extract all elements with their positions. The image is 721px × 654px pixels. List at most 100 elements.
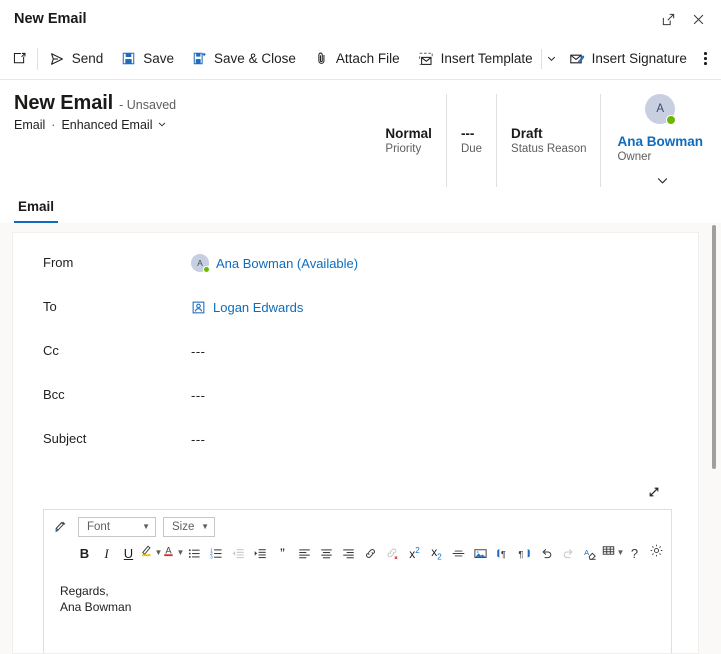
- due-value: ---: [460, 125, 475, 141]
- cc-field-value[interactable]: ---: [191, 341, 672, 361]
- clear-format-button[interactable]: A: [580, 542, 601, 564]
- email-body-input[interactable]: Regards, Ana Bowman: [44, 569, 671, 653]
- font-color-button[interactable]: A ▼: [162, 542, 184, 564]
- vertical-scrollbar[interactable]: [710, 223, 717, 654]
- to-field-label: To: [43, 299, 57, 314]
- chevron-down-icon: ▼: [201, 522, 209, 531]
- owner-chevron-down-icon[interactable]: [656, 174, 669, 187]
- save-and-close-button[interactable]: Save & Close: [183, 43, 305, 75]
- cc-empty-value: ---: [191, 343, 206, 359]
- remove-link-button[interactable]: [382, 542, 403, 564]
- subscript-button[interactable]: x2: [426, 542, 447, 564]
- insert-template-button[interactable]: Insert Template: [409, 43, 539, 75]
- overflow-dots: [704, 52, 707, 65]
- editor-expand-row: [43, 473, 672, 507]
- form-tab-bar: Email: [0, 187, 721, 223]
- subject-empty-value: ---: [191, 431, 206, 447]
- quote-icon: ”: [280, 545, 285, 561]
- bcc-field-value[interactable]: ---: [191, 385, 672, 405]
- presence-available-icon: [203, 266, 210, 273]
- bcc-field: Bcc ---: [43, 385, 672, 429]
- underline-button[interactable]: U: [118, 542, 139, 564]
- new-record-button[interactable]: [4, 43, 35, 75]
- record-subtitle: Email · Enhanced Email: [14, 118, 371, 132]
- subject-field-value[interactable]: ---: [191, 429, 672, 449]
- help-button[interactable]: ?: [624, 542, 645, 564]
- record-title-block: New Email - Unsaved Email · Enhanced Ema…: [14, 92, 371, 132]
- to-recipient-link[interactable]: Logan Edwards: [213, 300, 303, 315]
- insert-signature-label: Insert Signature: [591, 51, 687, 66]
- contact-card-icon: [191, 300, 206, 315]
- avatar: A: [645, 94, 677, 125]
- highlight-color-button[interactable]: ▼: [139, 542, 162, 564]
- increase-indent-button[interactable]: [250, 542, 271, 564]
- from-field-value[interactable]: A Ana Bowman (Available): [191, 253, 672, 273]
- align-right-button[interactable]: [338, 542, 359, 564]
- format-painter-icon[interactable]: [50, 516, 71, 538]
- align-left-button[interactable]: [294, 542, 315, 564]
- from-recipient-link[interactable]: Ana Bowman (Available): [216, 256, 358, 271]
- priority-label: Priority: [385, 142, 422, 155]
- popout-icon[interactable]: [653, 5, 683, 33]
- paperclip-icon: [314, 51, 329, 66]
- insert-table-button[interactable]: ▼: [602, 542, 624, 564]
- scrollbar-thumb[interactable]: [712, 225, 716, 469]
- superscript-button[interactable]: x2: [404, 542, 425, 564]
- insert-signature-button[interactable]: Insert Signature: [560, 43, 696, 75]
- owner-info: Ana Bowman Owner: [617, 133, 703, 165]
- save-button[interactable]: Save: [112, 43, 183, 75]
- email-form-card: From A Ana Bowman (Available) To Logan E…: [12, 232, 699, 654]
- bulleted-list-button[interactable]: [184, 542, 205, 564]
- align-center-button[interactable]: [316, 542, 337, 564]
- save-icon: [121, 51, 136, 66]
- font-family-value: Font: [87, 521, 111, 533]
- presence-available-icon: [666, 115, 677, 125]
- font-size-select[interactable]: Size ▼: [163, 517, 215, 537]
- rich-text-editor: Font ▼ Size ▼ B I U ▼ A ▼ 1 2 3 ” x2 x2 …: [43, 509, 672, 653]
- editor-toolbar-row-1: Font ▼ Size ▼: [50, 514, 665, 540]
- template-separator: [540, 48, 542, 69]
- close-icon[interactable]: [683, 5, 713, 33]
- svg-text:A: A: [584, 548, 589, 557]
- undo-button[interactable]: [536, 542, 557, 564]
- strikethrough-button[interactable]: [448, 542, 469, 564]
- insert-template-caret[interactable]: [543, 44, 559, 74]
- to-field-value[interactable]: Logan Edwards: [191, 297, 672, 317]
- from-field: From A Ana Bowman (Available): [43, 253, 672, 297]
- editor-settings-button[interactable]: [646, 542, 667, 564]
- status-reason-value: Draft: [511, 125, 543, 141]
- font-size-value: Size: [172, 521, 195, 533]
- redo-button[interactable]: [558, 542, 579, 564]
- ltr-button[interactable]: ¶: [492, 542, 513, 564]
- insert-image-button[interactable]: [470, 542, 491, 564]
- insert-link-button[interactable]: [360, 542, 381, 564]
- rtl-button[interactable]: ¶: [514, 542, 535, 564]
- due-status[interactable]: --- Due: [447, 94, 498, 187]
- more-commands-icon[interactable]: [696, 44, 715, 74]
- italic-button[interactable]: I: [96, 542, 117, 564]
- from-avatar: A: [191, 254, 210, 273]
- bcc-field-label: Bcc: [43, 387, 65, 402]
- bold-button[interactable]: B: [74, 542, 95, 564]
- owner-role-label: Owner: [617, 151, 652, 163]
- send-icon: [49, 51, 65, 67]
- decrease-indent-button[interactable]: [228, 542, 249, 564]
- tab-email[interactable]: Email: [14, 199, 59, 223]
- font-family-select[interactable]: Font ▼: [78, 517, 156, 537]
- cc-field: Cc ---: [43, 341, 672, 385]
- attach-file-button[interactable]: Attach File: [305, 43, 409, 75]
- blockquote-button[interactable]: ”: [272, 542, 293, 564]
- insert-template-icon: [418, 51, 434, 67]
- highlighter-icon: [139, 543, 154, 563]
- status-reason-status[interactable]: Draft Status Reason: [497, 94, 602, 187]
- body-line-2: Ana Bowman: [60, 600, 132, 614]
- save-close-icon: [192, 51, 207, 66]
- avatar-initial: A: [656, 103, 665, 115]
- expand-diagonal-icon[interactable]: [642, 481, 666, 503]
- priority-status[interactable]: Normal Priority: [371, 94, 447, 187]
- form-selector[interactable]: Enhanced Email: [61, 118, 167, 132]
- numbered-list-button[interactable]: 1 2 3: [206, 542, 227, 564]
- owner-name[interactable]: Ana Bowman: [617, 133, 703, 150]
- page-title: New Email: [14, 92, 114, 114]
- send-button[interactable]: Send: [40, 43, 113, 75]
